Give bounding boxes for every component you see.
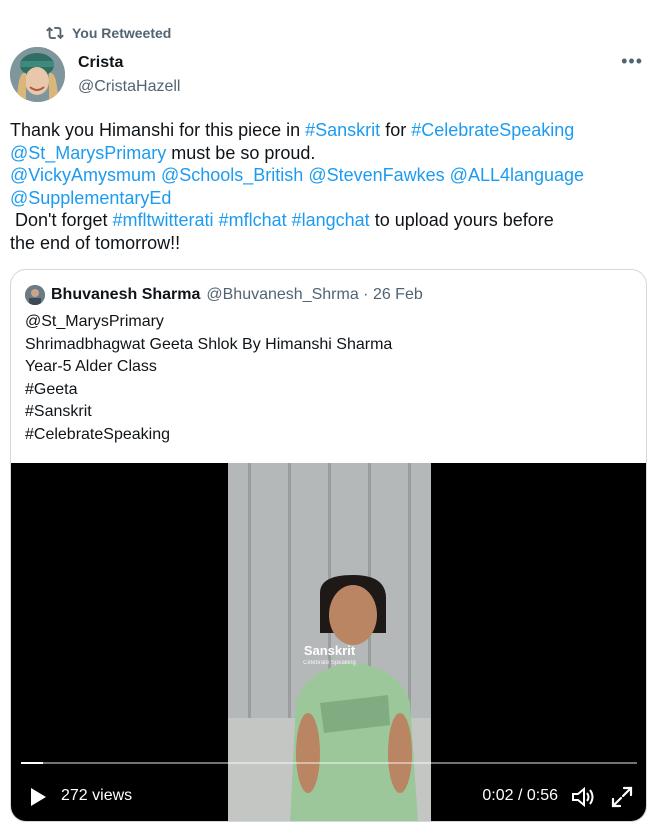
tweet-text-segment: must be so proud.: [166, 142, 316, 163]
video-player[interactable]: Sanskrit Celebrate Speaking 272 views 0:…: [11, 463, 646, 821]
video-overlay-subtitle: Celebrate Speaking: [303, 660, 356, 666]
author-name[interactable]: Crista: [78, 53, 180, 73]
tweet-text: Thank you Himanshi for this piece in #Sa…: [10, 119, 650, 254]
quoted-text-line: Shrimadbhagwat Geeta Shlok By Himanshi S…: [25, 335, 393, 353]
mention-link[interactable]: @St_MarysPrimary: [10, 143, 166, 163]
author-block: Crista @CristaHazell: [78, 53, 180, 99]
quoted-text-line: #Geeta: [25, 380, 78, 398]
hashtag-link[interactable]: #mfltwitterati: [113, 210, 214, 230]
volume-icon[interactable]: [570, 784, 596, 810]
video-overlay-title: Sanskrit: [303, 643, 356, 658]
tweet-text-segment: the end of tomorrow!!: [10, 232, 181, 253]
hashtag-link[interactable]: #mflchat: [219, 210, 287, 230]
retweet-label: You Retweeted: [72, 25, 172, 41]
quoted-tweet[interactable]: Bhuvanesh Sharma @Bhuvanesh_Shrma · 26 F…: [10, 269, 647, 822]
quoted-text-line: Year-5 Alder Class: [25, 358, 157, 375]
quoted-text-line: #Sanskrit: [25, 403, 92, 420]
fullscreen-icon[interactable]: [610, 785, 634, 809]
mention-link[interactable]: @VickyAmysmum: [10, 165, 156, 185]
mention-link[interactable]: @SupplementaryEd: [10, 188, 171, 208]
mention-link[interactable]: @ALL4language: [450, 165, 584, 185]
hashtag-link[interactable]: #langchat: [292, 210, 370, 230]
more-options-icon[interactable]: •••: [621, 52, 643, 70]
quoted-tweet-text: @St_MarysPrimary Shrimadbhagwat Geeta Sh…: [25, 311, 392, 446]
mention-link[interactable]: @Schools_British: [161, 165, 303, 185]
video-progress-fill: [21, 762, 44, 764]
quoted-tweet-header: Bhuvanesh Sharma @Bhuvanesh_Shrma · 26 F…: [25, 285, 423, 305]
tweet-text-segment: Thank you Himanshi for this piece in: [10, 120, 306, 140]
author-handle[interactable]: @CristaHazell: [78, 75, 180, 99]
retweet-indicator: You Retweeted: [46, 24, 171, 42]
quoted-text-line: @St_MarysPrimary: [25, 313, 164, 330]
video-frame: Sanskrit Celebrate Speaking: [228, 463, 431, 821]
play-icon[interactable]: [25, 785, 49, 809]
quoted-author-meta: @Bhuvanesh_Shrma · 26 Feb: [206, 286, 423, 303]
tweet-text-segment: to upload yours before: [369, 210, 554, 230]
mention-link[interactable]: @StevenFawkes: [308, 165, 444, 185]
quoted-avatar[interactable]: [25, 285, 45, 305]
quoted-text-line: #CelebrateSpeaking: [25, 425, 170, 443]
video-progress-bar[interactable]: [21, 762, 637, 764]
video-time: 0:02 / 0:56: [482, 787, 558, 804]
avatar[interactable]: [10, 47, 65, 102]
tweet-text-segment: Don't forget: [10, 210, 113, 230]
tweet-text-segment: for: [380, 120, 412, 140]
quoted-author-name[interactable]: Bhuvanesh Sharma: [51, 286, 200, 304]
hashtag-link[interactable]: #Sanskrit: [305, 120, 380, 140]
view-count: 272 views: [61, 787, 133, 804]
video-overlay-text: Sanskrit Celebrate Speaking: [228, 643, 431, 666]
retweet-icon: [46, 26, 64, 40]
video-controls: 272 views 0:02 / 0:56: [11, 779, 646, 815]
hashtag-link[interactable]: #CelebrateSpeaking: [411, 120, 574, 140]
